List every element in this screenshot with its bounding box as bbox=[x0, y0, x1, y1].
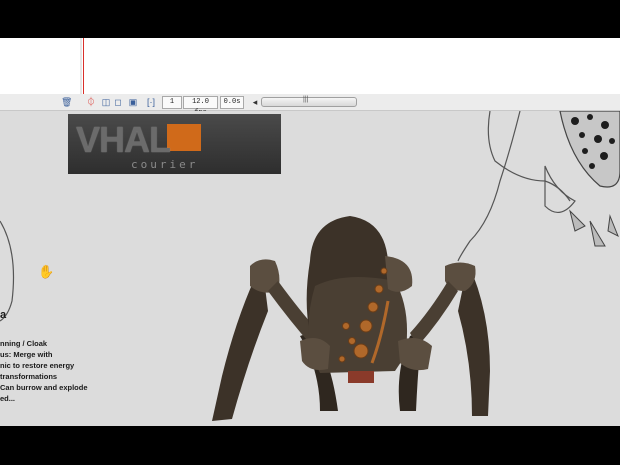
character-info-text: nning / Cloak us: Merge with nic to rest… bbox=[0, 338, 88, 404]
info-line: nning / Cloak bbox=[0, 339, 48, 348]
creature-arm-right bbox=[410, 281, 458, 346]
elapsed-time-field: 0.0s bbox=[220, 96, 244, 109]
info-line: us: Merge with bbox=[0, 350, 53, 359]
creature-tail-plate bbox=[348, 371, 374, 383]
onion-outline-icon[interactable]: ◻ bbox=[113, 97, 123, 107]
edit-multiple-frames-icon[interactable]: ▣ bbox=[128, 97, 138, 107]
current-frame-field[interactable]: 1 bbox=[162, 96, 182, 109]
hand-cursor-icon: ✋ bbox=[38, 264, 55, 279]
timeline-scrollbar[interactable] bbox=[261, 97, 357, 107]
onion-skin-icon[interactable]: ◫ bbox=[101, 97, 111, 107]
scrollbar-grip-icon[interactable]: ||| bbox=[303, 96, 308, 103]
info-line: nic to restore energy bbox=[0, 361, 75, 370]
logo-subtext: courier bbox=[131, 158, 199, 171]
sketch-claw bbox=[544, 165, 576, 213]
character-name-fragment: a bbox=[0, 309, 7, 321]
sketch-leg-left bbox=[0, 220, 15, 322]
timeline-divider bbox=[80, 38, 82, 98]
center-frame-icon[interactable]: ⏀ bbox=[86, 97, 96, 107]
info-line: transformations bbox=[0, 372, 58, 381]
creature-pauldron bbox=[385, 256, 413, 292]
modify-markers-icon[interactable]: [·] bbox=[146, 97, 156, 107]
frame-rate-field[interactable]: 12.0 fps bbox=[183, 96, 218, 117]
logo-text: VHAL bbox=[76, 119, 171, 160]
info-line: ed... bbox=[0, 394, 16, 403]
creature-joint-left bbox=[300, 337, 330, 370]
logo-accent bbox=[167, 124, 201, 151]
sketch-teeth bbox=[569, 209, 619, 247]
info-line: Can burrow and explode bbox=[0, 383, 88, 392]
letterbox-top bbox=[0, 0, 620, 38]
timeline-panel[interactable] bbox=[0, 38, 620, 95]
letterbox-bottom bbox=[0, 426, 620, 465]
sketch-creature-head bbox=[559, 111, 620, 188]
trash-icon[interactable]: 🗑 bbox=[61, 97, 72, 107]
scroll-left-icon[interactable]: ◂ bbox=[250, 97, 260, 107]
